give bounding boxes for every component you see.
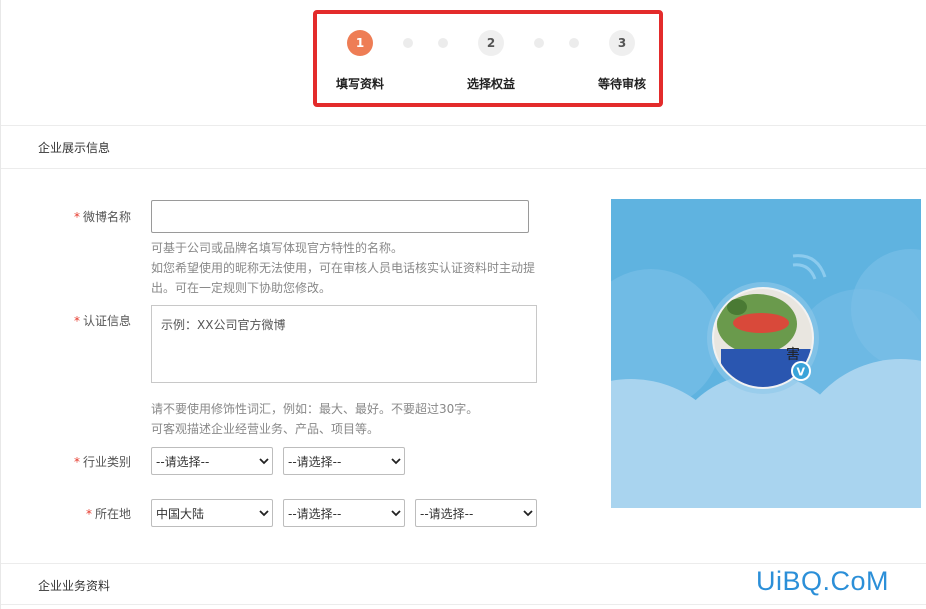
location-label: * 所在地: [86, 505, 131, 522]
verified-badge-icon: V: [797, 366, 806, 379]
hint-line: 可基于公司或品牌名填写体现官方特性的名称。: [151, 241, 404, 255]
step-3-label: 等待审核: [598, 77, 647, 91]
preview-illustration: 害 V: [611, 199, 921, 508]
chevron-down-icon: [388, 448, 404, 474]
step-dot: [534, 38, 544, 48]
chevron-down-icon: [256, 500, 272, 526]
select-value: --请选择--: [420, 506, 474, 521]
hint-line: 请不要使用修饰性词汇，例如：最大、最好。不要超过30字。: [151, 402, 479, 416]
industry-label-text: 行业类别: [83, 455, 132, 469]
cert-info-label: * 认证信息: [74, 312, 131, 329]
cert-info-hint: 请不要使用修饰性词汇，例如：最大、最好。不要超过30字。 可客观描述企业经营业务…: [151, 399, 478, 439]
step-dot: [438, 38, 448, 48]
section-title-business-info: 企业业务资料: [38, 579, 111, 593]
avatar-text: 害: [786, 347, 800, 363]
weibo-name-input[interactable]: [151, 200, 529, 233]
location-city-select[interactable]: --请选择--: [415, 499, 537, 527]
step-dot: [569, 38, 579, 48]
location-country-select[interactable]: 中国大陆: [151, 499, 273, 527]
cert-info-label-text: 认证信息: [83, 314, 132, 328]
required-mark: *: [74, 210, 80, 224]
select-value: --请选择--: [156, 454, 210, 469]
section-title-display-info: 企业展示信息: [38, 141, 111, 155]
weibo-name-label: * 微博名称: [74, 208, 131, 225]
divider: [1, 168, 926, 169]
step-indicator: [313, 10, 663, 107]
cert-info-placeholder: 示例：XX公司官方微博: [161, 318, 286, 332]
profile-preview: 害 V: [611, 199, 921, 508]
required-mark: *: [74, 455, 80, 469]
hint-line: 如您希望使用的昵称无法使用，可在审核人员电话核实认证资料时主动提: [151, 261, 536, 275]
industry-select-2[interactable]: --请选择--: [283, 447, 405, 475]
location-label-text: 所在地: [95, 507, 132, 521]
step-1-label: 填写资料: [336, 77, 385, 91]
chevron-down-icon: [256, 448, 272, 474]
step-2-circle: 2: [478, 30, 504, 56]
step-3-circle: 3: [609, 30, 635, 56]
step-2-label: 选择权益: [467, 77, 516, 91]
hint-line: 出。可在一定规则下协助您修改。: [151, 281, 332, 295]
select-value: 中国大陆: [156, 506, 205, 521]
step-dot: [403, 38, 413, 48]
divider: [1, 604, 926, 605]
step-1-circle: 1: [347, 30, 373, 56]
required-mark: *: [86, 507, 92, 521]
cert-info-textarea[interactable]: 示例：XX公司官方微博: [151, 305, 537, 383]
chevron-down-icon: [520, 500, 536, 526]
divider: [1, 563, 926, 564]
required-mark: *: [74, 314, 80, 328]
select-value: --请选择--: [288, 454, 342, 469]
location-province-select[interactable]: --请选择--: [283, 499, 405, 527]
industry-label: * 行业类别: [74, 453, 131, 470]
watermark-logo: UiBQ.CoM: [756, 566, 890, 596]
hint-line: 可客观描述企业经营业务、产品、项目等。: [151, 422, 380, 436]
weibo-name-label-text: 微博名称: [83, 210, 132, 224]
industry-select-1[interactable]: --请选择--: [151, 447, 273, 475]
chevron-down-icon: [388, 500, 404, 526]
select-value: --请选择--: [288, 506, 342, 521]
weibo-name-hint: 可基于公司或品牌名填写体现官方特性的名称。 如您希望使用的昵称无法使用，可在审核…: [151, 238, 535, 298]
page-left-border: [0, 0, 1, 609]
divider: [1, 125, 926, 126]
